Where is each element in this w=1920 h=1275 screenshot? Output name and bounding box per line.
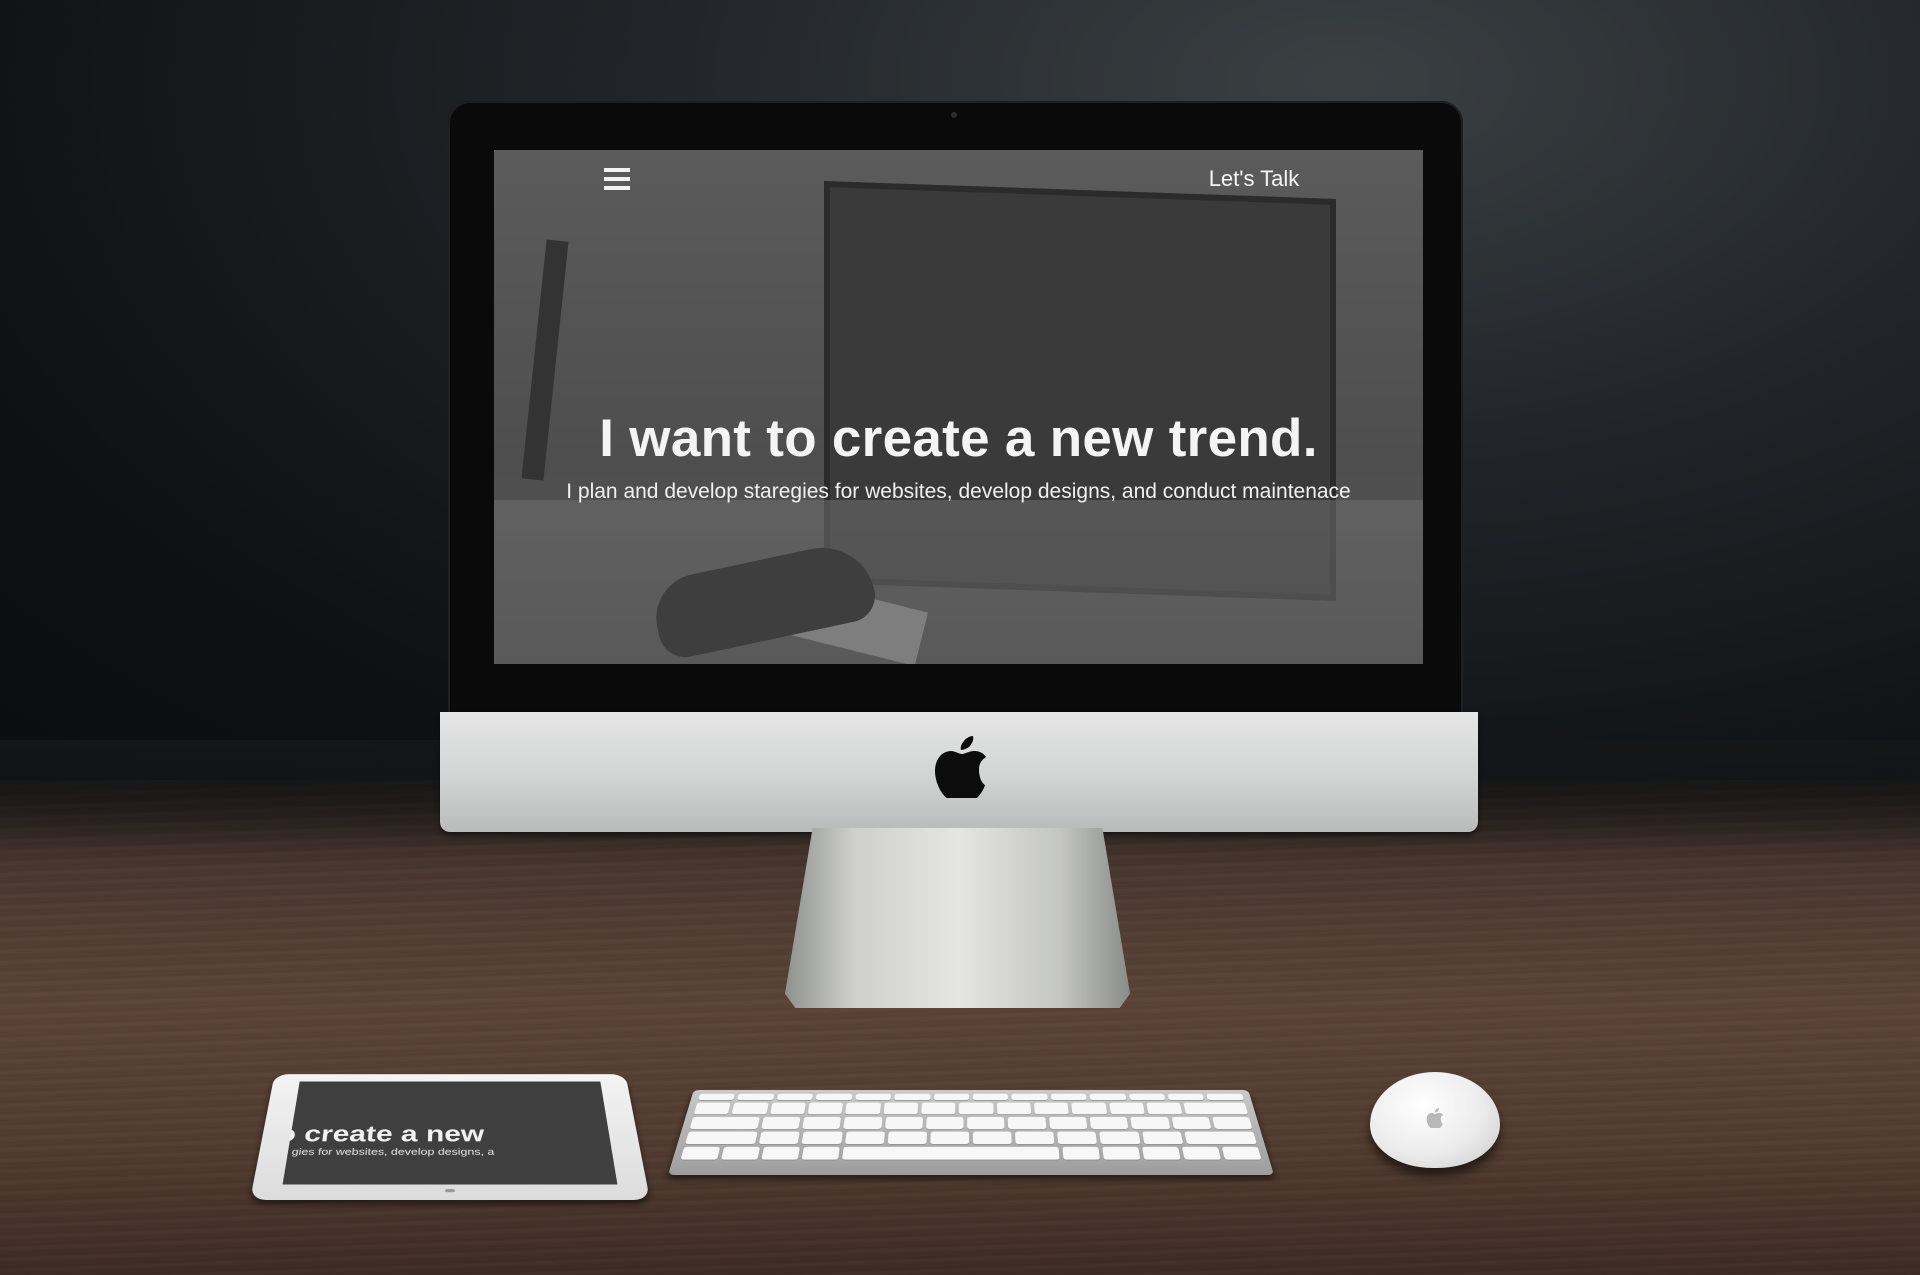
imac-stand xyxy=(785,828,1130,1008)
website-screen: Let's Talk I want to create a new trend.… xyxy=(494,150,1423,664)
webcam xyxy=(951,112,957,118)
keyboard-number-row xyxy=(693,1102,1248,1115)
ipad-hero-subtitle: gies for websites, develop designs, a xyxy=(290,1146,495,1157)
magic-mouse xyxy=(1370,1072,1500,1168)
keyboard-top-row xyxy=(689,1116,1253,1129)
ipad-home-button xyxy=(445,1189,455,1193)
lets-talk-link[interactable]: Let's Talk xyxy=(1194,166,1314,192)
ipad-screen: o create a new gies for websites, develo… xyxy=(282,1081,618,1185)
apple-logo-icon xyxy=(935,736,986,798)
hamburger-menu-icon[interactable] xyxy=(604,168,630,194)
hero-subtitle: I plan and develop staregies for website… xyxy=(566,480,1351,503)
keyboard-bottom-row xyxy=(680,1146,1262,1160)
wireless-keyboard xyxy=(668,1090,1274,1175)
apple-logo-icon xyxy=(1426,1108,1444,1128)
ipad-tablet: o create a new gies for websites, develo… xyxy=(250,1074,650,1200)
ipad-hero-title: o create a new xyxy=(282,1121,485,1147)
keyboard-function-row xyxy=(698,1093,1244,1101)
hero-background-desk xyxy=(494,500,1423,664)
hero-title: I want to create a new trend. xyxy=(599,409,1318,468)
keyboard-home-row xyxy=(685,1131,1257,1145)
